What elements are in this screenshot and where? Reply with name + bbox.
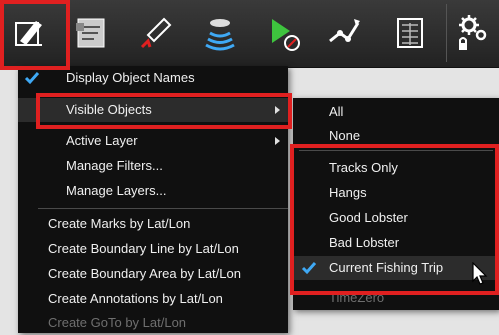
menu-item-label: Manage Filters... bbox=[66, 158, 163, 173]
submenu-item-current-fishing-trip[interactable]: Current Fishing Trip bbox=[293, 256, 499, 280]
structure-icon bbox=[324, 13, 364, 53]
settings-gear-icon bbox=[455, 13, 491, 53]
visible-objects-submenu: All None Tracks Only Hangs Good Lobster … bbox=[293, 98, 499, 310]
menu-item-manage-layers[interactable]: Manage Layers... bbox=[18, 179, 288, 203]
main-dropdown-menu: Display Object Names Visible Objects Act… bbox=[18, 66, 288, 333]
submenu-arrow-icon bbox=[275, 137, 280, 145]
toolbar bbox=[0, 0, 499, 68]
route-icon bbox=[136, 13, 176, 53]
edit-chart-button[interactable] bbox=[4, 6, 56, 60]
submenu-item-bad-lobster[interactable]: Bad Lobster bbox=[293, 231, 499, 255]
menu-item-active-layer[interactable]: Active Layer bbox=[18, 129, 288, 153]
submenu-item-good-lobster[interactable]: Good Lobster bbox=[293, 206, 499, 230]
structure-button[interactable] bbox=[318, 6, 370, 60]
menu-item-label: Create Boundary Line by Lat/Lon bbox=[48, 241, 239, 256]
menu-item-label: Create Annotations by Lat/Lon bbox=[48, 291, 223, 306]
checkmark-icon bbox=[295, 256, 323, 280]
route-button[interactable] bbox=[130, 6, 182, 60]
menu-item-label: Bad Lobster bbox=[329, 235, 400, 250]
data-panel-button[interactable] bbox=[384, 6, 436, 60]
menu-item-label: Display Object Names bbox=[66, 70, 195, 85]
menu-item-label: Create Marks by Lat/Lon bbox=[48, 216, 191, 231]
menu-item-label: Create Boundary Area by Lat/Lon bbox=[48, 266, 241, 281]
menu-item-visible-objects[interactable]: Visible Objects bbox=[18, 98, 288, 122]
menu-item-label: All bbox=[329, 104, 344, 119]
submenu-item-tracks-only[interactable]: Tracks Only bbox=[293, 156, 499, 180]
menu-item-label: Manage Layers... bbox=[66, 183, 167, 198]
menu-separator bbox=[38, 93, 288, 94]
layers-button[interactable] bbox=[64, 6, 116, 60]
menu-item-label: Visible Objects bbox=[66, 102, 152, 117]
checkmark-icon bbox=[18, 66, 46, 90]
menu-separator bbox=[38, 208, 288, 209]
menu-item-label: Active Layer bbox=[66, 133, 138, 148]
menu-item-label: TimeZero bbox=[329, 290, 385, 305]
sounder-icon bbox=[200, 13, 240, 53]
mouse-cursor-icon bbox=[472, 261, 488, 291]
menu-item-create-annotations[interactable]: Create Annotations by Lat/Lon bbox=[18, 287, 288, 311]
navigate-to-button[interactable] bbox=[258, 6, 310, 60]
submenu-item-hangs[interactable]: Hangs bbox=[293, 181, 499, 205]
menu-item-create-marks[interactable]: Create Marks by Lat/Lon bbox=[18, 212, 288, 236]
menu-item-label: Good Lobster bbox=[329, 210, 408, 225]
menu-item-label: Hangs bbox=[329, 185, 367, 200]
menu-item-manage-filters[interactable]: Manage Filters... bbox=[18, 154, 288, 178]
toolbar-separator bbox=[446, 4, 447, 62]
sounder-button[interactable] bbox=[194, 6, 246, 60]
edit-chart-icon bbox=[10, 13, 50, 53]
menu-item-label: Current Fishing Trip bbox=[329, 260, 444, 275]
menu-item-label: None bbox=[329, 128, 361, 143]
settings-button[interactable] bbox=[448, 6, 498, 60]
menu-item-create-boundary-area[interactable]: Create Boundary Area by Lat/Lon bbox=[18, 262, 288, 286]
navigate-to-icon bbox=[264, 13, 304, 53]
submenu-arrow-icon bbox=[275, 106, 280, 114]
data-panel-icon bbox=[390, 13, 430, 53]
menu-item-display-object-names[interactable]: Display Object Names bbox=[18, 66, 288, 90]
submenu-item-timezero: TimeZero bbox=[293, 286, 499, 310]
menu-item-create-boundary-line[interactable]: Create Boundary Line by Lat/Lon bbox=[18, 237, 288, 261]
menu-item-create-goto: Create GoTo by Lat/Lon bbox=[18, 311, 288, 335]
menu-item-label: Create GoTo by Lat/Lon bbox=[48, 315, 187, 330]
submenu-item-all[interactable]: All bbox=[293, 100, 499, 124]
layers-icon bbox=[70, 13, 110, 53]
menu-separator bbox=[299, 150, 493, 151]
menu-item-label: Tracks Only bbox=[329, 160, 398, 175]
submenu-item-none[interactable]: None bbox=[293, 124, 499, 148]
